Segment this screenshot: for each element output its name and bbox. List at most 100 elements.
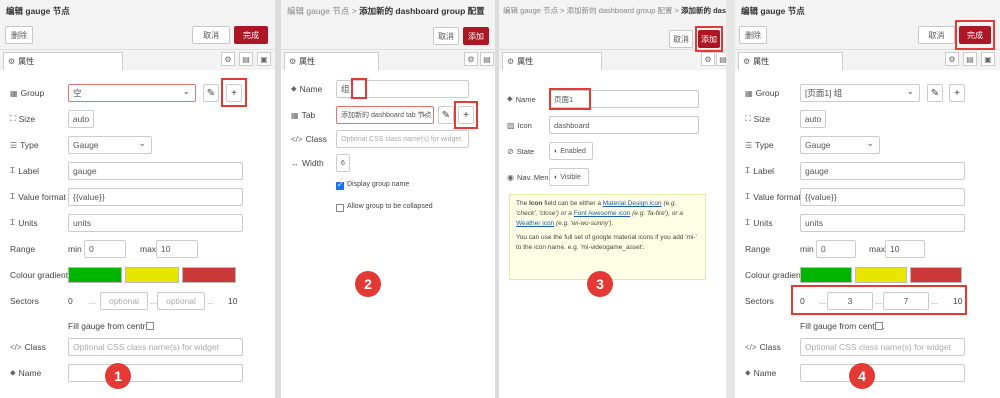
class-input[interactable]: Optional CSS class name(s) for widget [336, 130, 469, 148]
label-input[interactable]: gauge [68, 162, 243, 180]
size-button[interactable]: auto [800, 110, 826, 128]
material-design-link[interactable]: Material Design icon [603, 200, 662, 207]
gear-icon[interactable]: ⚙ [464, 52, 478, 66]
icon-label: ▨ Icon [507, 120, 532, 130]
nav-menu-label: ◉ Nav. Menu [507, 172, 553, 182]
font-awesome-link[interactable]: Font Awesome icon [574, 210, 631, 217]
delete-button[interactable]: 删除 [5, 26, 33, 44]
add-group-button[interactable]: + [949, 84, 965, 102]
colour-swatch-high[interactable] [182, 267, 236, 283]
colour-swatch-low[interactable] [800, 267, 852, 283]
panel-add-tab: 编辑 gauge 节点 > 添加新的 dashboard group 配置 > … [499, 0, 726, 398]
max-input[interactable]: 10 [885, 240, 925, 258]
max-label: max [140, 244, 157, 254]
panel-add-group: 编辑 gauge 节点 > 添加新的 dashboard group 配置 取消… [281, 0, 495, 398]
display-group-label: Display group name [347, 181, 410, 188]
max-label: max [869, 244, 886, 254]
edit-pencil-icon[interactable]: ✎ [203, 84, 219, 102]
step-badge: 1 [105, 363, 131, 389]
name-label: ⬥ Name [291, 84, 323, 94]
cancel-button[interactable]: 取消 [918, 26, 955, 44]
gear-icon[interactable]: ⚙ [221, 52, 235, 66]
description-icon[interactable]: ▤ [716, 52, 726, 66]
panel-header: 编辑 gauge 节点 > 添加新的 dashboard group 配置 取消… [281, 0, 495, 50]
icon-help-box: The Icon field can be either a Material … [509, 194, 706, 280]
add-button[interactable]: 添加 [463, 27, 489, 45]
type-select[interactable]: Gauge [800, 136, 880, 154]
edit-pencil-icon[interactable]: ✎ [927, 84, 943, 102]
tab-field-label: ▦ Tab [291, 110, 316, 120]
icon-input[interactable]: dashboard [549, 116, 699, 134]
cancel-button[interactable]: 取消 [433, 27, 459, 45]
units-input[interactable]: units [800, 214, 965, 232]
display-group-checkbox[interactable] [336, 180, 344, 190]
group-select[interactable]: [页面1] 组 [800, 84, 920, 102]
gear-icon[interactable]: ⚙ [701, 52, 715, 66]
delete-button[interactable]: 删除 [739, 26, 767, 44]
panel-header: 编辑 gauge 节点 删除 取消 完成 [735, 0, 1000, 50]
cancel-button[interactable]: 取消 [192, 26, 230, 44]
gear-icon: ⚙ [507, 57, 515, 66]
tag-icon: ⬥ [507, 94, 513, 103]
list-icon: ☰ [10, 140, 18, 150]
name-label: ⬥ Name [745, 368, 777, 378]
gear-icon: ⚙ [289, 57, 297, 66]
min-input[interactable]: 0 [84, 240, 126, 258]
colour-swatch-low[interactable] [68, 267, 122, 283]
type-select[interactable]: Gauge [68, 136, 152, 154]
nav-menu-toggle[interactable]: ◐ Visible [549, 168, 589, 186]
cancel-button[interactable]: 取消 [669, 30, 693, 48]
gear-icon: ⚙ [8, 57, 16, 66]
tab-properties[interactable]: ⚙ 属性 [502, 52, 602, 70]
description-icon[interactable]: ▤ [963, 52, 977, 66]
sectors-label: Sectors [10, 296, 39, 306]
fill-checkbox[interactable] [875, 322, 883, 330]
highlight-add-group [221, 78, 247, 107]
panel-header: 编辑 gauge 节点 删除 取消 完成 [0, 0, 275, 50]
description-icon[interactable]: ▤ [480, 52, 494, 66]
done-button[interactable]: 完成 [234, 26, 268, 44]
edit-pencil-icon[interactable]: ✎ [438, 106, 454, 124]
step-badge: 2 [355, 271, 381, 297]
colour-swatch-mid[interactable] [125, 267, 179, 283]
max-input[interactable]: 10 [156, 240, 198, 258]
tab-bar: ⚙ 属性 ⚙ ▤ [499, 50, 726, 70]
min-input[interactable]: 0 [816, 240, 856, 258]
label-input[interactable]: gauge [800, 162, 965, 180]
colour-swatch-mid[interactable] [855, 267, 907, 283]
class-input[interactable]: Optional CSS class name(s) for widget [800, 338, 965, 356]
fill-checkbox[interactable] [146, 322, 154, 330]
name-input[interactable] [800, 364, 965, 382]
sector-input-1[interactable]: optional [100, 292, 148, 310]
type-label: ☰ Type [745, 140, 774, 150]
class-input[interactable]: Optional CSS class name(s) for widget [68, 338, 243, 356]
tab-properties[interactable]: ⚙ 属性 [738, 52, 843, 70]
step-badge: 3 [587, 271, 613, 297]
group-select[interactable]: 空 [68, 84, 196, 102]
format-input[interactable]: {{value}} [800, 188, 965, 206]
range-label: Range [10, 244, 36, 254]
weather-icon-link[interactable]: Weather icon [516, 220, 554, 227]
name-input[interactable] [68, 364, 243, 382]
resize-icon: ↔ [291, 158, 299, 168]
units-input[interactable]: units [68, 214, 243, 232]
gear-icon[interactable]: ⚙ [945, 52, 959, 66]
code-icon: </> [10, 342, 22, 352]
tab-label: 属性 [753, 57, 770, 66]
tab-properties[interactable]: ⚙ 属性 [284, 52, 379, 70]
appearance-icon[interactable]: ▣ [257, 52, 271, 66]
state-toggle[interactable]: ◐ Enabled [549, 142, 593, 160]
width-button[interactable]: 6 [336, 154, 350, 172]
tab-select[interactable]: 添加新的 dashboard tab 节点 [336, 106, 434, 124]
size-icon: ⛶ [745, 114, 751, 123]
appearance-icon[interactable]: ▣ [981, 52, 995, 66]
colour-swatch-high[interactable] [910, 267, 962, 283]
tab-properties[interactable]: ⚙ 属性 [3, 52, 123, 70]
sector-input-2[interactable]: optional [157, 292, 205, 310]
size-button[interactable]: auto [68, 110, 94, 128]
collapse-checkbox[interactable] [336, 204, 344, 212]
sector-dots: ... [207, 296, 215, 306]
help-paragraph-2: You can use the full set of google mater… [516, 234, 697, 251]
description-icon[interactable]: ▤ [239, 52, 253, 66]
format-input[interactable]: {{value}} [68, 188, 243, 206]
